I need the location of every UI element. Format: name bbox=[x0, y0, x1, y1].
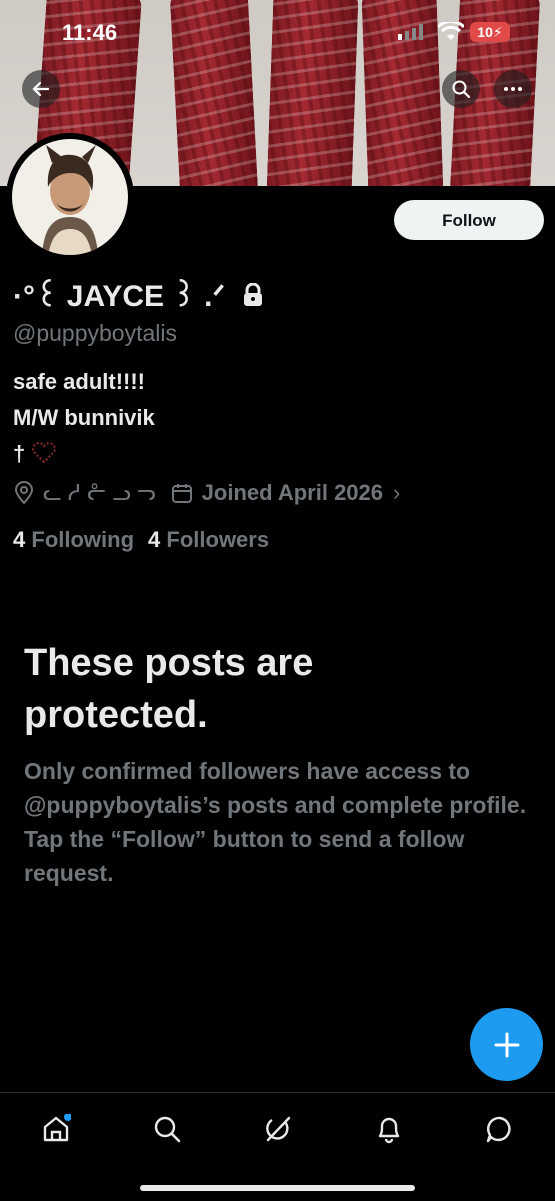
grok-icon bbox=[266, 1116, 291, 1142]
battery-indicator: 10⚡ bbox=[470, 22, 510, 42]
followers-label: Followers bbox=[166, 527, 270, 552]
more-icon bbox=[504, 87, 522, 91]
compose-button[interactable] bbox=[470, 1008, 543, 1081]
home-icon bbox=[43, 1114, 71, 1142]
avatar[interactable] bbox=[6, 133, 134, 261]
protected-description: Only confirmed followers have access to … bbox=[24, 758, 527, 886]
followers-count: 4 bbox=[148, 527, 161, 552]
tab-home[interactable] bbox=[38, 1111, 74, 1147]
followers-link[interactable]: 4 Followers bbox=[148, 527, 269, 553]
following-count: 4 bbox=[13, 527, 26, 552]
location-text: ᓚ ᓱ ᓔ ᓗ ᓓ bbox=[43, 480, 156, 505]
tab-notifications[interactable] bbox=[371, 1111, 407, 1147]
signal-icon bbox=[398, 24, 423, 40]
wifi-icon bbox=[438, 22, 464, 40]
following-link[interactable]: 4 Following bbox=[13, 527, 134, 553]
back-button[interactable] bbox=[22, 70, 60, 108]
notifications-icon bbox=[378, 1117, 400, 1144]
more-button[interactable] bbox=[494, 70, 532, 108]
avatar-image bbox=[12, 139, 128, 255]
heart-rosary-icon bbox=[32, 442, 57, 464]
following-label: Following bbox=[31, 527, 135, 552]
arrow-left-icon bbox=[32, 81, 50, 97]
bio-line: safe adult!!!! bbox=[13, 369, 145, 394]
display-name: ·°꒰ JAYCE ꒱ .ᐟ bbox=[13, 280, 226, 313]
bio-line-emoji-row: † bbox=[13, 441, 57, 467]
lock-icon bbox=[243, 282, 262, 306]
joined-date[interactable]: Joined April 2026 bbox=[202, 480, 383, 506]
follow-button[interactable]: Follow bbox=[394, 200, 544, 240]
charging-icon: ⚡ bbox=[492, 24, 503, 40]
tab-messages[interactable] bbox=[482, 1111, 518, 1147]
profile-meta: ᓚ ᓱ ᓔ ᓗ ᓓ Joined April 2026 › bbox=[13, 480, 400, 506]
chevron-right-icon: › bbox=[393, 480, 401, 505]
location-icon bbox=[14, 481, 34, 505]
profile-handle: @puppyboytalis bbox=[13, 320, 177, 346]
calendar-icon bbox=[171, 484, 192, 503]
search-button[interactable] bbox=[442, 70, 480, 108]
search-icon bbox=[452, 80, 471, 99]
tab-search[interactable] bbox=[149, 1111, 185, 1147]
home-indicator bbox=[140, 1185, 415, 1191]
messages-icon bbox=[486, 1116, 511, 1143]
plus-icon bbox=[494, 1032, 519, 1057]
bio-line: † bbox=[13, 441, 26, 466]
tab-grok[interactable] bbox=[260, 1111, 296, 1147]
search-icon bbox=[154, 1116, 181, 1143]
status-time: 11:46 bbox=[62, 20, 118, 45]
follow-counts: 4 Following 4 Followers bbox=[13, 527, 269, 553]
display-name-row: ·°꒰ JAYCE ꒱ .ᐟ bbox=[13, 275, 264, 314]
status-bar: 11:46 10⚡ bbox=[0, 0, 555, 60]
bio-line: M/W bunnivik bbox=[13, 405, 155, 430]
battery-level: 10 bbox=[477, 24, 493, 40]
protected-title: These posts are protected. bbox=[24, 642, 314, 736]
